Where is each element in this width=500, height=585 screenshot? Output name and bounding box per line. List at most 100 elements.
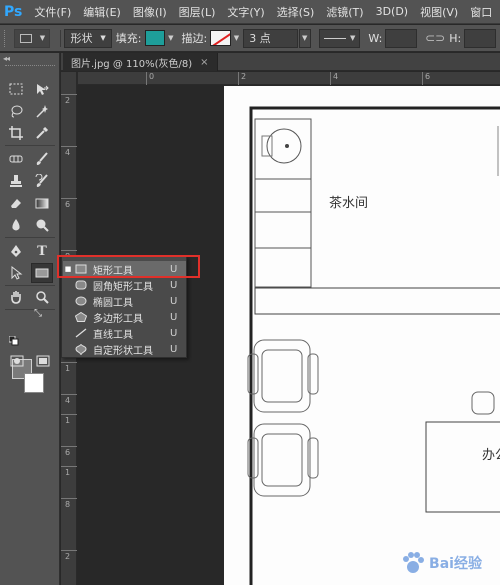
floorplan-drawing (247, 106, 500, 585)
background-color[interactable] (24, 373, 44, 393)
line-preview (323, 37, 347, 39)
collapse-panel-icon[interactable]: ◂◂ (3, 54, 10, 63)
magic-wand-tool-icon[interactable] (31, 101, 53, 121)
zoom-tool-icon[interactable] (31, 287, 53, 307)
options-grip[interactable] (4, 29, 9, 47)
move-tool-icon[interactable] (31, 79, 53, 99)
chevron-down-icon[interactable]: ▼ (234, 34, 239, 42)
line-icon (73, 327, 89, 339)
chevron-down-icon: ▼ (350, 34, 356, 42)
type-tool-icon[interactable]: T (31, 241, 53, 261)
paw-icon (403, 552, 425, 573)
chevron-down-icon: ▼ (39, 34, 46, 42)
ruler-tick: 1 (61, 362, 77, 373)
stroke-label: 描边: (181, 32, 208, 45)
horizontal-ruler[interactable]: 0 2 4 6 (78, 72, 500, 85)
healing-brush-tool-icon[interactable] (5, 149, 27, 169)
crop-tool-icon[interactable] (5, 123, 27, 143)
tool-separator (5, 309, 55, 310)
menu-filter[interactable]: 滤镜(T) (326, 4, 363, 20)
eraser-tool-icon[interactable] (5, 193, 27, 213)
width-label: W: (368, 31, 383, 45)
sofa-2 (247, 423, 319, 497)
menu-view[interactable]: 视图(V) (420, 4, 458, 20)
history-brush-tool-icon[interactable] (31, 171, 53, 191)
ruler-tick: 1 (61, 414, 77, 425)
fill-label: 填充: (115, 32, 142, 45)
tool-separator (5, 285, 55, 286)
ruler-tick: 8 (61, 498, 77, 509)
flyout-item-ellipse[interactable]: 椭圆工具 U (63, 293, 186, 309)
swap-colors-icon[interactable]: ⤡ (32, 307, 44, 319)
mode-value: 形状 (70, 32, 93, 45)
stroke-size-input[interactable]: 3 点 (243, 28, 298, 48)
rounded-rectangle-icon (73, 279, 89, 291)
menu-edit[interactable]: 编辑(E) (83, 4, 121, 20)
document-canvas[interactable]: 茶水间 办公 (224, 86, 500, 585)
pen-tool-icon[interactable] (5, 241, 27, 261)
quick-mask-icon[interactable] (6, 351, 28, 371)
lasso-tool-icon[interactable] (5, 101, 27, 121)
photoshop-logo: Ps (4, 3, 23, 20)
mode-dropdown[interactable]: 形状 ▼ (64, 28, 112, 48)
room-label: 茶水间 (329, 196, 369, 211)
width-input[interactable] (385, 28, 418, 48)
link-icon[interactable]: ⊂⊃ (425, 31, 445, 45)
tool-separator (5, 145, 55, 146)
menu-file[interactable]: 文件(F) (34, 4, 71, 20)
document-tab[interactable]: 图片.jpg @ 110%(灰色/8) × (63, 53, 218, 71)
hand-tool-icon[interactable] (5, 287, 27, 307)
fill-color-swatch[interactable] (144, 30, 166, 46)
annotation-highlight-box (57, 255, 200, 278)
tool-separator (5, 237, 55, 238)
chevron-down-icon[interactable]: ▼ (168, 34, 173, 42)
menu-window[interactable]: 窗口 (470, 4, 492, 20)
ruler-tick: 6 (61, 446, 77, 457)
marquee-tool-icon[interactable] (5, 79, 27, 99)
tools-panel: ◂◂ T ⤡ (0, 53, 60, 585)
watermark-text: Bai经验 (429, 556, 482, 572)
menu-image[interactable]: 图像(I) (133, 4, 167, 20)
ruler-tick: 2 (61, 94, 77, 105)
screen-mode-icon[interactable] (32, 351, 54, 371)
blur-tool-icon[interactable] (5, 215, 27, 235)
rectangle-tool-icon[interactable] (31, 263, 53, 283)
options-bar: ▼ 形状 ▼ 填充: ▼ 描边: ▼ 3 点 ▼ ▼ W: ⊂⊃ H: (0, 25, 500, 52)
sofa-1 (247, 339, 319, 413)
ruler-tick: 4 (61, 146, 77, 157)
path-selection-tool-icon[interactable] (5, 263, 27, 283)
ruler-tick: 6 (422, 72, 430, 85)
menu-bar: Ps 文件(F) 编辑(E) 图像(I) 图层(L) 文字(Y) 选择(S) 滤… (0, 0, 500, 24)
menu-layer[interactable]: 图层(L) (179, 4, 216, 20)
polygon-icon (73, 311, 89, 323)
stroke-size-dropdown[interactable]: ▼ (298, 28, 311, 48)
document-title: 图片.jpg @ 110%(灰色/8) (71, 58, 193, 70)
baidu-watermark: Bai经验 (384, 547, 498, 579)
flyout-item-custom-shape[interactable]: 自定形状工具 U (63, 341, 186, 357)
stroke-type-dropdown[interactable]: ▼ (318, 28, 361, 48)
ruler-tick: 4 (61, 394, 77, 405)
menu-3d[interactable]: 3D(D) (376, 5, 409, 18)
flyout-item-polygon[interactable]: 多边形工具 U (63, 309, 186, 325)
menu-select[interactable]: 选择(S) (277, 4, 315, 20)
clone-stamp-tool-icon[interactable] (5, 171, 27, 191)
ellipse-icon (73, 295, 89, 307)
ruler-tick: 2 (61, 550, 77, 561)
ruler-tick: 4 (330, 72, 338, 85)
flyout-item-line[interactable]: 直线工具 U (63, 325, 186, 341)
ruler-tick: 6 (61, 198, 77, 209)
stroke-color-swatch[interactable] (210, 30, 231, 46)
tool-preset-picker[interactable]: ▼ (13, 28, 50, 48)
ruler-tick: 1 (61, 466, 77, 477)
height-label: H: (449, 31, 462, 45)
height-input[interactable] (464, 28, 496, 48)
gradient-tool-icon[interactable] (31, 193, 53, 213)
panel-grip[interactable] (5, 65, 55, 68)
dodge-tool-icon[interactable] (31, 215, 53, 235)
default-colors-icon[interactable] (8, 335, 20, 347)
menu-type[interactable]: 文字(Y) (227, 4, 264, 20)
brush-tool-icon[interactable] (31, 149, 53, 169)
eyedropper-tool-icon[interactable] (31, 123, 53, 143)
close-icon[interactable]: × (200, 57, 208, 68)
flyout-item-rounded-rectangle[interactable]: 圆角矩形工具 U (63, 277, 186, 293)
